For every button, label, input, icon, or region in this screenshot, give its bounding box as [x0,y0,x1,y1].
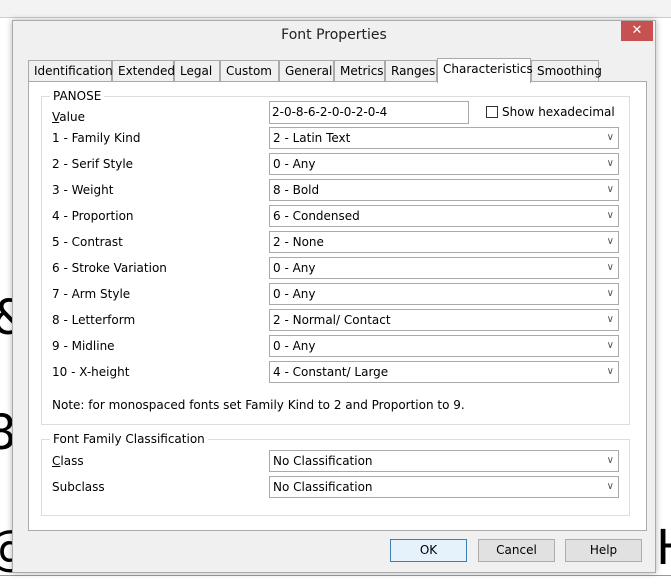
panose-row-select[interactable]: 8 - Bold ∨ [269,179,619,201]
select-value: 2 - None [273,235,324,249]
tab-general[interactable]: General [279,60,334,82]
select-value: 0 - Any [273,157,316,171]
panose-row-select[interactable]: 0 - Any ∨ [269,283,619,305]
chevron-down-icon: ∨ [606,132,614,143]
tab-legal[interactable]: Legal [174,60,220,82]
panose-group: PANOSE Value 2-0-8-6-2-0-0-2-0-4 Show he… [41,89,630,425]
chevron-down-icon: ∨ [606,158,614,169]
show-hexadecimal-checkbox[interactable]: Show hexadecimal [486,105,615,119]
select-value: 8 - Bold [273,183,320,197]
background-toolbar [0,0,671,18]
tab-characteristics[interactable]: Characteristics [437,58,533,83]
checkbox-box[interactable] [486,106,498,118]
class-value: No Classification [273,454,373,468]
tab-identification[interactable]: Identification [28,60,113,82]
panose-row-select[interactable]: 6 - Condensed ∨ [269,205,619,227]
subclass-value: No Classification [273,480,373,494]
panose-row-label: 1 - Family Kind [52,131,141,145]
panose-row-select[interactable]: 4 - Constant/ Large ∨ [269,361,619,383]
panose-group-label: PANOSE [50,89,105,103]
select-value: 2 - Normal/ Contact [273,313,391,327]
tab-custom[interactable]: Custom [220,60,279,82]
chevron-down-icon: ∨ [606,288,614,299]
tab-metrics[interactable]: Metrics [334,60,385,82]
ok-button[interactable]: OK [390,539,467,562]
chevron-down-icon: ∨ [606,262,614,273]
panose-row-select[interactable]: 0 - Any ∨ [269,153,619,175]
monospace-note: Note: for monospaced fonts set Family Ki… [52,398,465,412]
characteristics-panel: PANOSE Value 2-0-8-6-2-0-0-2-0-4 Show he… [28,81,647,531]
panose-row-select[interactable]: 2 - Latin Text ∨ [269,127,619,149]
panose-row-label: 4 - Proportion [52,209,134,223]
cancel-button[interactable]: Cancel [478,539,555,562]
value-label: Value [52,110,85,124]
background-grid [0,575,671,585]
chevron-down-icon: ∨ [606,481,614,492]
chevron-down-icon: ∨ [606,366,614,377]
panose-row-label: 5 - Contrast [52,235,123,249]
panose-row-label: 9 - Midline [52,339,115,353]
font-family-classification-group: Font Family Classification Class No Clas… [41,432,630,516]
chevron-down-icon: ∨ [606,314,614,325]
chevron-down-icon: ∨ [606,340,614,351]
chevron-down-icon: ∨ [606,184,614,195]
font-properties-dialog: Font Properties ✕ Identification Extended… [12,20,656,573]
background-glyph: H [656,520,671,576]
panose-row-select[interactable]: 0 - Any ∨ [269,257,619,279]
panose-row-select[interactable]: 2 - None ∨ [269,231,619,253]
subclass-select[interactable]: No Classification ∨ [269,476,619,498]
chevron-down-icon: ∨ [606,455,614,466]
select-value: 2 - Latin Text [273,131,351,145]
panose-row-label: 6 - Stroke Variation [52,261,167,275]
chevron-down-icon: ∨ [606,210,614,221]
panose-row-select[interactable]: 0 - Any ∨ [269,335,619,357]
class-label: Class [52,454,84,468]
select-value: 0 - Any [273,287,316,301]
dialog-title: Font Properties [281,27,387,43]
panose-row-label: 10 - X-height [52,365,130,379]
close-button[interactable]: ✕ [621,21,653,41]
panose-value-input[interactable]: 2-0-8-6-2-0-0-2-0-4 [269,101,469,124]
classification-group-label: Font Family Classification [50,432,208,446]
show-hexadecimal-label: Show hexadecimal [502,105,615,119]
tab-smoothing[interactable]: Smoothing [531,60,602,82]
select-value: 4 - Constant/ Large [273,365,389,379]
chevron-down-icon: ∨ [606,236,614,247]
close-icon: ✕ [631,23,643,38]
class-select[interactable]: No Classification ∨ [269,450,619,472]
panose-row-label: 3 - Weight [52,183,114,197]
select-value: 0 - Any [273,339,316,353]
panose-row-label: 8 - Letterform [52,313,136,327]
panose-row-label: 2 - Serif Style [52,157,134,171]
select-value: 6 - Condensed [273,209,360,223]
help-button[interactable]: Help [565,539,642,562]
select-value: 0 - Any [273,261,316,275]
tab-ranges[interactable]: Ranges [385,60,437,82]
tab-extended[interactable]: Extended [112,60,175,82]
panose-row-select[interactable]: 2 - Normal/ Contact ∨ [269,309,619,331]
panose-row-label: 7 - Arm Style [52,287,131,301]
subclass-label: Subclass [52,480,105,494]
